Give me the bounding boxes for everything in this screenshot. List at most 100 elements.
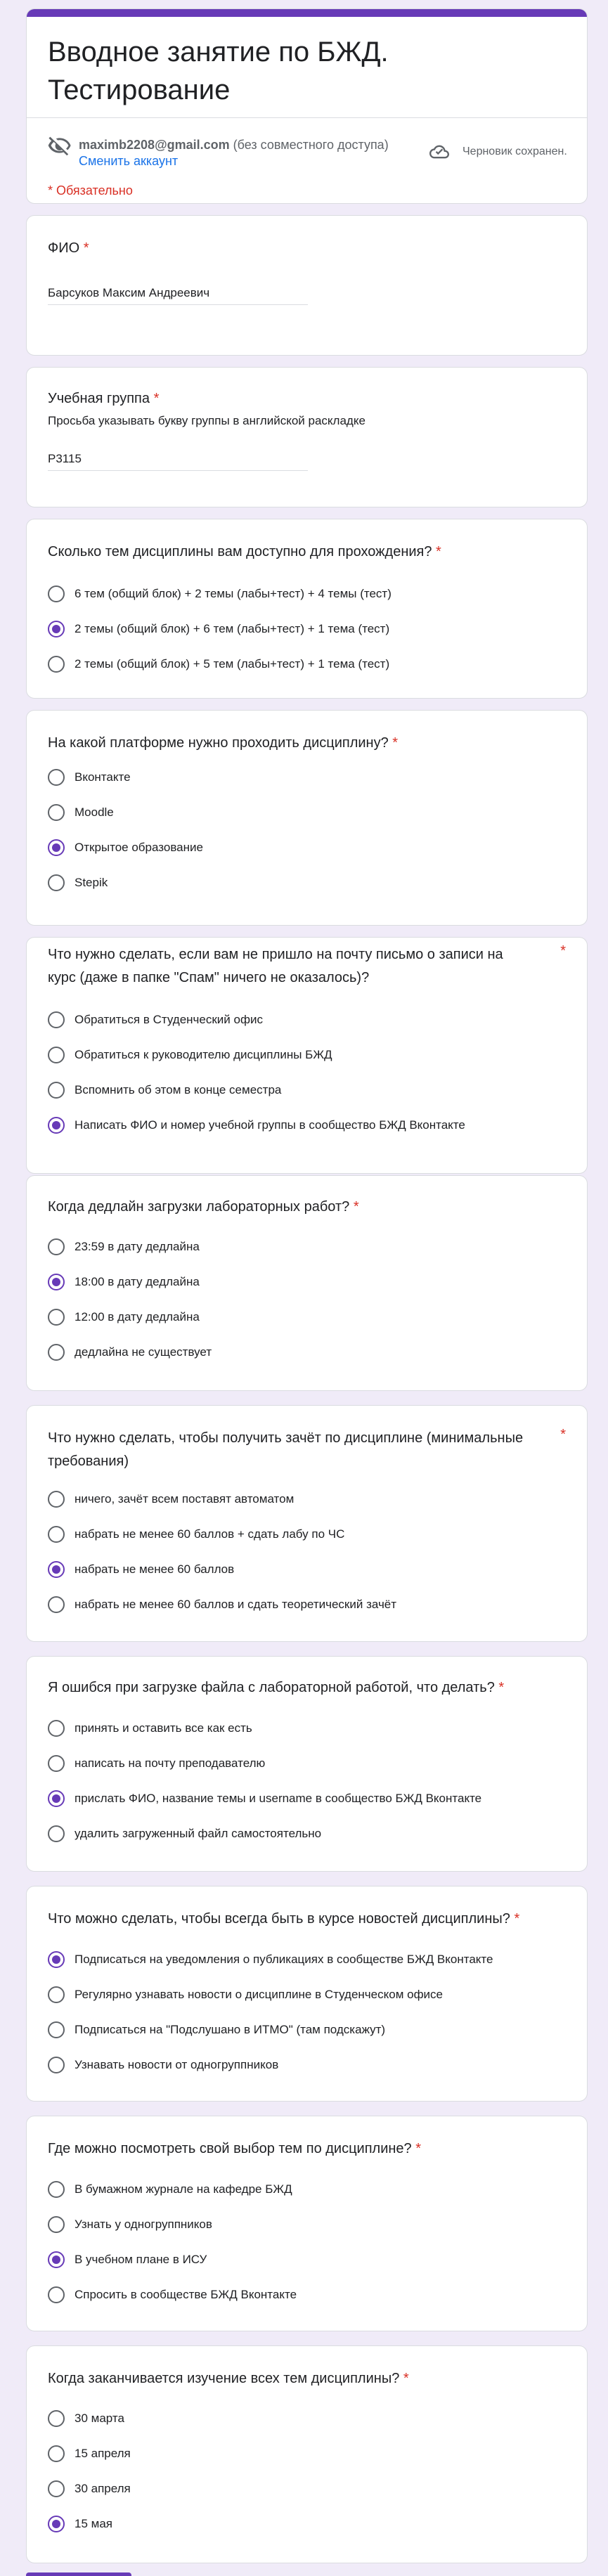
radio-option[interactable]: 18:00 в дату дедлайна — [48, 1271, 200, 1293]
radio-option[interactable]: Спросить в сообществе БЖД Вконтакте — [48, 2284, 297, 2305]
radio-button-selected[interactable] — [48, 1274, 65, 1290]
radio-button[interactable] — [48, 874, 65, 891]
required-asterisk: * — [514, 1911, 520, 1927]
radio-option[interactable]: 30 апреля — [48, 2478, 131, 2499]
option-label: 18:00 в дату дедлайна — [75, 1275, 200, 1288]
radio-button[interactable] — [48, 1082, 65, 1099]
radio-option[interactable]: прислать ФИО, название темы и username в… — [48, 1788, 481, 1809]
option-label: Подписаться на уведомления о публикациях… — [75, 1953, 493, 1966]
option-label: набрать не менее 60 баллов + сдать лабу … — [75, 1527, 345, 1541]
radio-option[interactable]: Обратиться в Студенческий офис — [48, 1009, 263, 1030]
question-title-text: Сколько тем дисциплины вам доступно для … — [48, 544, 432, 559]
radio-button-selected[interactable] — [48, 1117, 65, 1134]
option-label: написать на почту преподавателю — [75, 1756, 266, 1770]
question-title: Когда заканчивается изучение всех тем ди… — [48, 2367, 409, 2390]
question-card: Когда дедлайн загрузки лабораторных рабо… — [26, 1175, 588, 1391]
radio-option[interactable]: дедлайна не существует — [48, 1342, 212, 1363]
radio-option[interactable]: Moodle — [48, 802, 114, 823]
radio-option[interactable]: удалить загруженный файл самостоятельно — [48, 1823, 321, 1844]
radio-button[interactable] — [48, 1011, 65, 1028]
radio-button-selected[interactable] — [48, 1790, 65, 1807]
radio-button[interactable] — [48, 2021, 65, 2038]
radio-button-selected[interactable] — [48, 839, 65, 856]
question-title: ФИО * — [48, 237, 89, 260]
radio-button-selected[interactable] — [48, 1951, 65, 1968]
switch-account-link[interactable]: Сменить аккаунт — [79, 154, 178, 169]
radio-option[interactable]: Подписаться на уведомления о публикациях… — [48, 1949, 493, 1970]
radio-option[interactable]: ничего, зачёт всем поставят автоматом — [48, 1489, 294, 1510]
submit-button[interactable] — [26, 2572, 131, 2576]
radio-button[interactable] — [48, 1825, 65, 1842]
radio-option[interactable]: Вспомнить об этом в конце семестра — [48, 1080, 281, 1101]
radio-button[interactable] — [48, 2410, 65, 2427]
radio-button[interactable] — [48, 1596, 65, 1613]
radio-option[interactable]: Написать ФИО и номер учебной группы в со… — [48, 1115, 465, 1136]
radio-option[interactable]: Вконтакте — [48, 767, 131, 788]
fio-answer-input[interactable]: Барсуков Максим Андреевич — [48, 286, 308, 305]
radio-option[interactable]: В учебном плане в ИСУ — [48, 2249, 207, 2270]
question-title: Что нужно сделать, если вам не пришло на… — [48, 947, 503, 985]
radio-button[interactable] — [48, 1344, 65, 1361]
group-answer-input[interactable]: P3115 — [48, 452, 308, 471]
radio-button[interactable] — [48, 1238, 65, 1255]
radio-option[interactable]: 15 апреля — [48, 2443, 131, 2464]
radio-option[interactable]: Узнавать новости от одногруппников — [48, 2054, 278, 2076]
radio-button[interactable] — [48, 656, 65, 673]
radio-button[interactable] — [48, 2216, 65, 2233]
question-title-text: Где можно посмотреть свой выбор тем по д… — [48, 2141, 412, 2156]
radio-button[interactable] — [48, 2445, 65, 2462]
radio-button[interactable] — [48, 1755, 65, 1772]
radio-button[interactable] — [48, 1720, 65, 1737]
radio-option[interactable]: набрать не менее 60 баллов + сдать лабу … — [48, 1524, 344, 1545]
option-label: В бумажном журнале на кафедре БЖД — [75, 2182, 292, 2196]
required-asterisk: * — [353, 1199, 359, 1215]
radio-button[interactable] — [48, 1986, 65, 2003]
required-asterisk: * — [436, 544, 441, 559]
option-label: 15 мая — [75, 2517, 112, 2530]
radio-button[interactable] — [48, 1526, 65, 1543]
radio-button[interactable] — [48, 1047, 65, 1063]
radio-option[interactable]: Обратиться к руководителю дисциплины БЖД — [48, 1044, 332, 1066]
radio-button-selected[interactable] — [48, 621, 65, 637]
radio-button[interactable] — [48, 2286, 65, 2303]
required-asterisk: * — [403, 2371, 409, 2386]
radio-option[interactable]: набрать не менее 60 баллов — [48, 1559, 234, 1580]
radio-option[interactable]: Регулярно узнавать новости о дисциплине … — [48, 1984, 443, 2005]
radio-option[interactable]: написать на почту преподавателю — [48, 1753, 265, 1774]
radio-option[interactable]: Stepik — [48, 872, 108, 893]
option-label: Узнавать новости от одногруппников — [75, 2058, 279, 2071]
radio-button[interactable] — [48, 585, 65, 602]
radio-button-selected[interactable] — [48, 2251, 65, 2268]
radio-button[interactable] — [48, 804, 65, 821]
radio-option[interactable]: 2 темы (общий блок) + 5 тем (лабы+тест) … — [48, 654, 389, 675]
radio-button[interactable] — [48, 1491, 65, 1508]
radio-option[interactable]: Подписаться на "Подслушано в ИТМО" (там … — [48, 2019, 385, 2040]
required-asterisk: * — [83, 240, 89, 256]
radio-button[interactable] — [48, 1309, 65, 1326]
radio-option[interactable]: В бумажном журнале на кафедре БЖД — [48, 2179, 292, 2200]
radio-button-selected[interactable] — [48, 1561, 65, 1578]
radio-option[interactable]: 6 тем (общий блок) + 2 темы (лабы+тест) … — [48, 583, 392, 604]
radio-button-selected[interactable] — [48, 2516, 65, 2532]
header-accent-stripe — [27, 9, 587, 17]
radio-button[interactable] — [48, 2057, 65, 2073]
form-title: Вводное занятие по БЖД. Тестирование — [48, 37, 389, 105]
option-label: Stepik — [75, 876, 108, 889]
radio-option[interactable]: 2 темы (общий блок) + 6 тем (лабы+тест) … — [48, 619, 389, 640]
radio-option[interactable]: 30 марта — [48, 2408, 124, 2429]
option-label: прислать ФИО, название темы и username в… — [75, 1792, 482, 1805]
radio-option[interactable]: принять и оставить все как есть — [48, 1718, 252, 1739]
option-label: набрать не менее 60 баллов и сдать теоре… — [75, 1598, 397, 1611]
radio-option[interactable]: 12:00 в дату дедлайна — [48, 1307, 200, 1328]
radio-button[interactable] — [48, 2181, 65, 2198]
radio-button[interactable] — [48, 769, 65, 786]
required-asterisk: * — [560, 1427, 566, 1442]
radio-button[interactable] — [48, 2480, 65, 2497]
radio-option[interactable]: набрать не менее 60 баллов и сдать теоре… — [48, 1594, 396, 1615]
radio-option[interactable]: 15 мая — [48, 2513, 112, 2535]
question-title-text: На какой платформе нужно проходить дисци… — [48, 735, 389, 751]
radio-option[interactable]: Узнать у одногруппников — [48, 2214, 212, 2235]
radio-option[interactable]: Открытое образование — [48, 837, 203, 858]
radio-option[interactable]: 23:59 в дату дедлайна — [48, 1236, 200, 1257]
form-header-card: Вводное занятие по БЖД. Тестирование max… — [26, 8, 588, 204]
